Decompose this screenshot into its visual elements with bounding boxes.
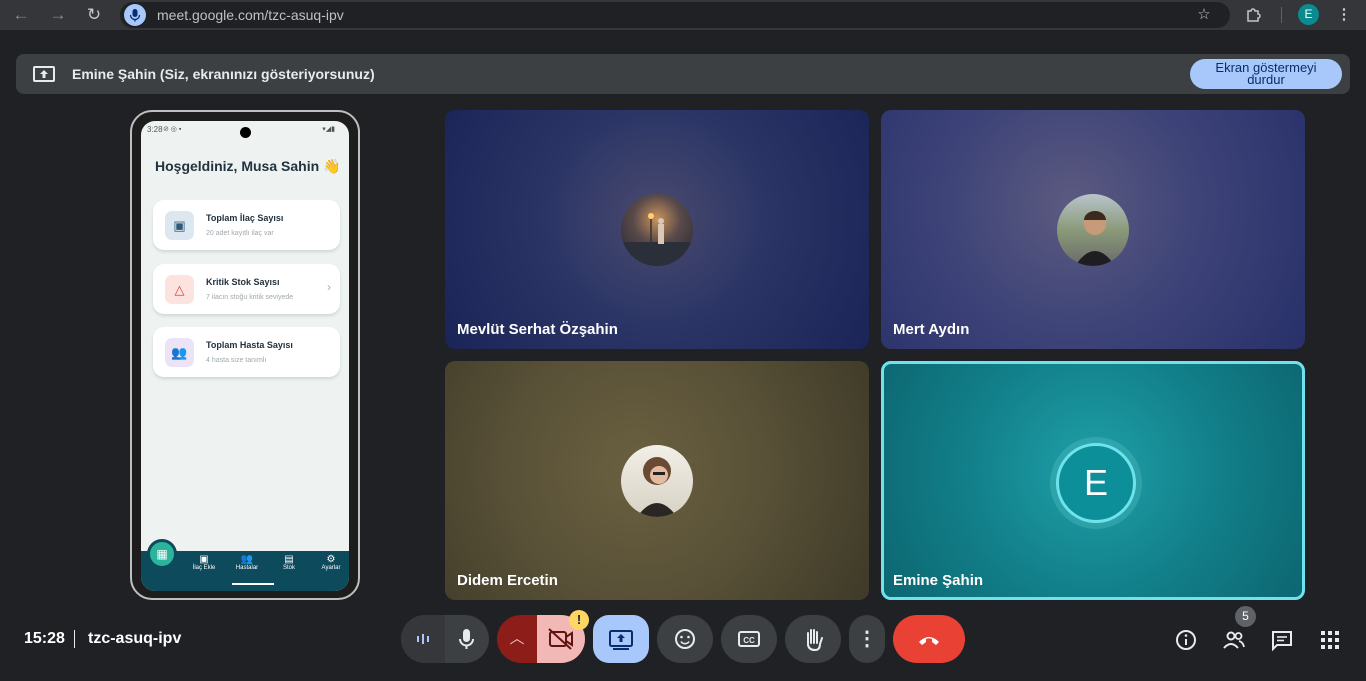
card-subtitle: 20 adet kayıtlı ilaç var <box>206 230 274 237</box>
extensions-icon[interactable] <box>1244 5 1264 25</box>
participant-name: Mevlüt Serhat Özşahin <box>457 321 618 338</box>
forward-arrow-icon[interactable]: → <box>47 4 69 26</box>
signal-battery-icon: ▾◢▮ <box>322 126 335 133</box>
kebab-menu-icon[interactable]: ⋮ <box>1334 5 1354 25</box>
back-arrow-icon[interactable]: ← <box>10 4 32 26</box>
people-icon[interactable] <box>1222 628 1246 652</box>
pill-box-icon: ▣ <box>165 211 194 240</box>
card-title: Toplam Hasta Sayısı <box>206 340 293 350</box>
present-screen-button[interactable] <box>593 615 649 663</box>
participant-name: Didem Ercetin <box>457 572 558 589</box>
warning-icon: △ <box>165 275 194 304</box>
nav-stock[interactable]: ▤ Stok <box>271 554 307 571</box>
camera-warning-badge: ! <box>569 610 589 630</box>
gear-icon: ⚙ <box>326 554 336 565</box>
participant-avatar <box>621 445 693 517</box>
card-subtitle: 7 ilacın stoğu kritik seviyede <box>206 294 294 301</box>
people-count-badge: 5 <box>1235 606 1256 627</box>
archive-icon: ▤ <box>284 554 294 565</box>
chat-icon[interactable] <box>1270 628 1294 652</box>
stop-label-line2: durdur <box>1247 72 1285 87</box>
participant-name: Emine Şahin <box>893 572 984 589</box>
add-box-icon: ▣ <box>199 554 209 565</box>
card-title: Toplam İlaç Sayısı <box>206 213 284 223</box>
camera-cutout <box>240 127 251 138</box>
microphone-button[interactable] <box>445 615 489 663</box>
chevron-right-icon: › <box>327 280 331 294</box>
nav-patients[interactable]: 👥 Hastalar <box>229 554 265 571</box>
captions-button[interactable]: CC <box>721 615 777 663</box>
phone-screen: 3:28 ⊘ ◎ ▪ ▾◢▮ Hoşgeldiniz, Musa Sahin 👋… <box>141 121 349 591</box>
people-icon: 👥 <box>165 338 194 367</box>
audio-level-icon[interactable] <box>401 615 445 663</box>
card-critical-stock[interactable]: △ Kritik Stok Sayısı 7 ilacın stoğu krit… <box>153 264 340 314</box>
browser-toolbar: ← → ↻ meet.google.com/tzc-asuq-ipv ☆ E ⋮ <box>0 0 1366 30</box>
raise-hand-button[interactable] <box>785 615 841 663</box>
card-total-medicines[interactable]: ▣ Toplam İlaç Sayısı 20 adet kayıtlı ila… <box>153 200 340 250</box>
more-options-icon[interactable]: ⋮ <box>849 615 885 663</box>
emoji-reactions-button[interactable] <box>657 615 713 663</box>
dashboard-fab[interactable]: ▦ <box>147 539 177 569</box>
status-icons: ⊘ ◎ ▪ <box>163 126 182 133</box>
url-text: meet.google.com/tzc-asuq-ipv <box>157 7 344 23</box>
participant-name: Mert Aydın <box>893 321 970 338</box>
card-title: Kritik Stok Sayısı <box>206 277 280 287</box>
stop-presenting-button[interactable]: Ekran göstermeyi durdur <box>1190 59 1342 89</box>
meeting-time: 15:28 <box>24 630 65 647</box>
participant-avatar <box>1057 194 1129 266</box>
participant-tile[interactable]: Didem Ercetin <box>445 361 869 600</box>
svg-text:CC: CC <box>743 636 755 645</box>
end-call-button[interactable] <box>893 615 965 663</box>
activities-grid-icon[interactable] <box>1318 628 1342 652</box>
reload-icon[interactable]: ↻ <box>83 4 105 26</box>
participant-letter-avatar: E <box>1056 443 1136 523</box>
presenting-banner: Emine Şahin (Siz, ekranınızı gösteriyors… <box>16 54 1350 94</box>
meeting-code: tzc-asuq-ipv <box>88 630 182 647</box>
card-subtitle: 4 hasta size tanımlı <box>206 357 267 364</box>
participant-tile[interactable]: Mevlüt Serhat Özşahin <box>445 110 869 349</box>
app-greeting: Hoşgeldiniz, Musa Sahin 👋 <box>155 158 341 174</box>
mic-indicator-icon[interactable] <box>124 4 146 26</box>
participant-avatar <box>621 194 693 266</box>
presenting-text: Emine Şahin (Siz, ekranınızı gösteriyors… <box>72 66 375 82</box>
toolbar-divider <box>1281 7 1282 23</box>
phone-status-time: 3:28 <box>147 125 163 134</box>
nav-settings[interactable]: ⚙ Ayarlar <box>313 554 349 571</box>
profile-avatar[interactable]: E <box>1298 4 1319 25</box>
camera-options-chevron-icon[interactable]: ︿ <box>497 615 537 663</box>
people-icon: 👥 <box>240 554 254 565</box>
participant-tile[interactable]: Mert Aydın <box>881 110 1305 349</box>
star-icon[interactable]: ☆ <box>1194 5 1214 25</box>
card-total-patients[interactable]: 👥 Toplam Hasta Sayısı 4 hasta size tanım… <box>153 327 340 377</box>
meeting-info-icon[interactable] <box>1174 628 1198 652</box>
audio-control-group <box>401 615 489 663</box>
participant-tile-self[interactable]: E Emine Şahin <box>881 361 1305 600</box>
shared-screen-phone: 3:28 ⊘ ◎ ▪ ▾◢▮ Hoşgeldiniz, Musa Sahin 👋… <box>130 110 360 600</box>
address-bar[interactable]: meet.google.com/tzc-asuq-ipv <box>120 2 1230 28</box>
nav-add-medicine[interactable]: ▣ İlaç Ekle <box>186 554 222 571</box>
phone-bottom-nav: ▦ ▣ İlaç Ekle 👥 Hastalar ▤ Stok ⚙ Ayarla… <box>141 539 349 591</box>
footer-divider <box>74 630 75 648</box>
present-screen-icon <box>33 66 55 82</box>
nav-active-indicator <box>232 583 274 585</box>
